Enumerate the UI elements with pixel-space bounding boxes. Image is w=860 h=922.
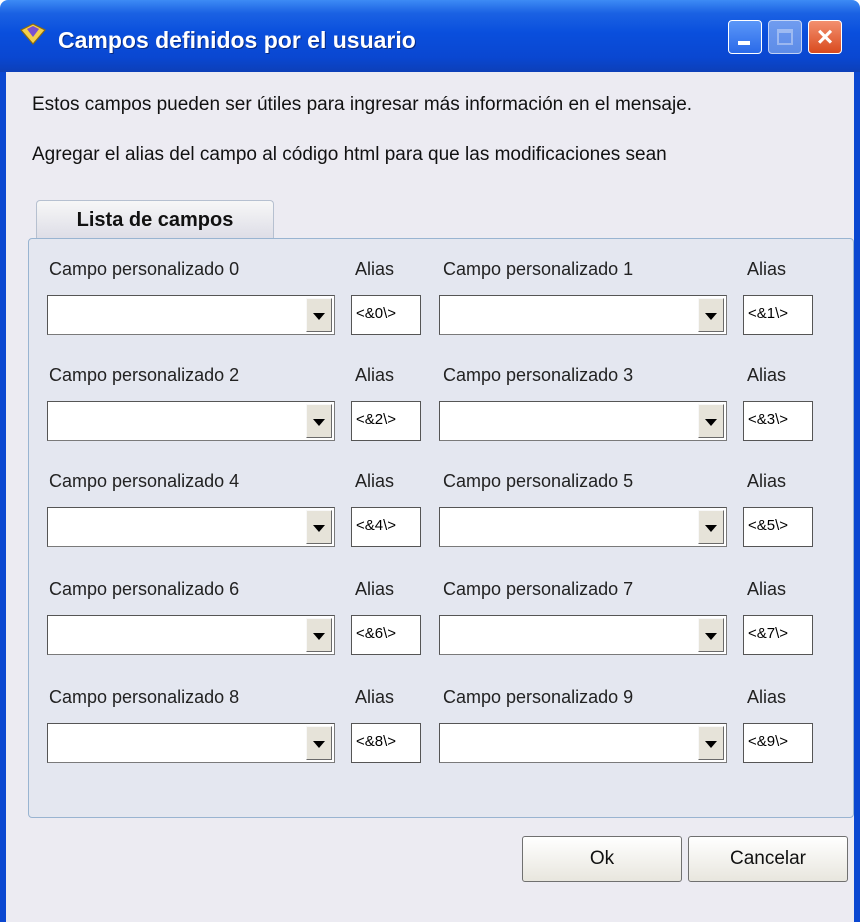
maximize-icon bbox=[777, 29, 793, 45]
field-7-label: Campo personalizado 7 bbox=[443, 579, 634, 599]
close-icon: × bbox=[816, 21, 834, 52]
field-0-label: Campo personalizado 0 bbox=[49, 259, 240, 279]
field-1-select[interactable] bbox=[439, 295, 727, 335]
field-5-alias-label: Alias bbox=[747, 471, 787, 491]
field-6-alias-label: Alias bbox=[355, 579, 395, 599]
chevron-down-icon bbox=[313, 633, 325, 640]
field-0-select[interactable] bbox=[47, 295, 335, 335]
minimize-button[interactable] bbox=[728, 20, 762, 54]
field-2-alias-label: Alias bbox=[355, 365, 395, 385]
tab-field-list[interactable]: Lista de campos bbox=[36, 200, 274, 240]
field-2-label: Campo personalizado 2 bbox=[49, 365, 240, 385]
field-2-alias-field[interactable]: <&2\> bbox=[351, 401, 421, 441]
field-4-alias-field[interactable]: <&4\> bbox=[351, 507, 421, 547]
field-3-alias-field[interactable]: <&3\> bbox=[743, 401, 813, 441]
field-8-dropdown-button[interactable] bbox=[306, 726, 332, 760]
field-5-select[interactable] bbox=[439, 507, 727, 547]
field-5-dropdown-button[interactable] bbox=[698, 510, 724, 544]
folder-pencil-icon bbox=[20, 23, 46, 45]
chevron-down-icon bbox=[705, 419, 717, 426]
field-3-label: Campo personalizado 3 bbox=[443, 365, 634, 385]
field-8-alias-field[interactable]: <&8\> bbox=[351, 723, 421, 763]
field-1-alias-field[interactable]: <&1\> bbox=[743, 295, 813, 335]
title-bar[interactable]: Campos definidos por el usuario × bbox=[0, 0, 860, 72]
field-1-label: Campo personalizado 1 bbox=[443, 259, 634, 279]
field-1-alias-label: Alias bbox=[747, 259, 787, 279]
chevron-down-icon bbox=[705, 741, 717, 748]
field-7-dropdown-button[interactable] bbox=[698, 618, 724, 652]
field-9-alias-label: Alias bbox=[747, 687, 787, 707]
field-4-label: Campo personalizado 4 bbox=[49, 471, 240, 491]
field-4-dropdown-button[interactable] bbox=[306, 510, 332, 544]
chevron-down-icon bbox=[313, 419, 325, 426]
cancel-button[interactable]: Cancelar bbox=[688, 836, 848, 882]
minimize-icon bbox=[738, 41, 750, 45]
field-9-dropdown-button[interactable] bbox=[698, 726, 724, 760]
close-button[interactable]: × bbox=[808, 20, 842, 54]
description-line-2: Agregar el alias del campo al código htm… bbox=[32, 144, 667, 165]
chevron-down-icon bbox=[705, 313, 717, 320]
field-0-alias-field[interactable]: <&0\> bbox=[351, 295, 421, 335]
custom-fields-dialog: Campos definidos por el usuario × Estos … bbox=[0, 0, 860, 922]
field-3-select[interactable] bbox=[439, 401, 727, 441]
chevron-down-icon bbox=[705, 525, 717, 532]
field-7-alias-label: Alias bbox=[747, 579, 787, 599]
field-7-select[interactable] bbox=[439, 615, 727, 655]
field-4-select[interactable] bbox=[47, 507, 335, 547]
field-3-alias-label: Alias bbox=[747, 365, 787, 385]
field-0-alias-label: Alias bbox=[355, 259, 395, 279]
field-8-label: Campo personalizado 8 bbox=[49, 687, 240, 707]
description-line-1: Estos campos pueden ser útiles para ingr… bbox=[32, 94, 693, 115]
chevron-down-icon bbox=[705, 633, 717, 640]
dialog-body: Estos campos pueden ser útiles para ingr… bbox=[0, 72, 860, 922]
field-9-select[interactable] bbox=[439, 723, 727, 763]
window-title: Campos definidos por el usuario bbox=[58, 27, 416, 53]
chevron-down-icon bbox=[313, 741, 325, 748]
maximize-button[interactable] bbox=[768, 20, 802, 54]
field-9-label: Campo personalizado 9 bbox=[443, 687, 634, 707]
field-3-dropdown-button[interactable] bbox=[698, 404, 724, 438]
field-4-alias-label: Alias bbox=[355, 471, 395, 491]
field-5-label: Campo personalizado 5 bbox=[443, 471, 634, 491]
field-6-label: Campo personalizado 6 bbox=[49, 579, 240, 599]
field-6-select[interactable] bbox=[47, 615, 335, 655]
chevron-down-icon bbox=[313, 525, 325, 532]
field-6-dropdown-button[interactable] bbox=[306, 618, 332, 652]
field-list-panel: Campo personalizado 0 Alias <&0\> Campo … bbox=[28, 238, 854, 818]
field-5-alias-field[interactable]: <&5\> bbox=[743, 507, 813, 547]
field-9-alias-field[interactable]: <&9\> bbox=[743, 723, 813, 763]
field-8-select[interactable] bbox=[47, 723, 335, 763]
field-8-alias-label: Alias bbox=[355, 687, 395, 707]
field-1-dropdown-button[interactable] bbox=[698, 298, 724, 332]
field-6-alias-field[interactable]: <&6\> bbox=[351, 615, 421, 655]
field-0-dropdown-button[interactable] bbox=[306, 298, 332, 332]
field-7-alias-field[interactable]: <&7\> bbox=[743, 615, 813, 655]
ok-button[interactable]: Ok bbox=[522, 836, 682, 882]
chevron-down-icon bbox=[313, 313, 325, 320]
field-2-dropdown-button[interactable] bbox=[306, 404, 332, 438]
field-2-select[interactable] bbox=[47, 401, 335, 441]
